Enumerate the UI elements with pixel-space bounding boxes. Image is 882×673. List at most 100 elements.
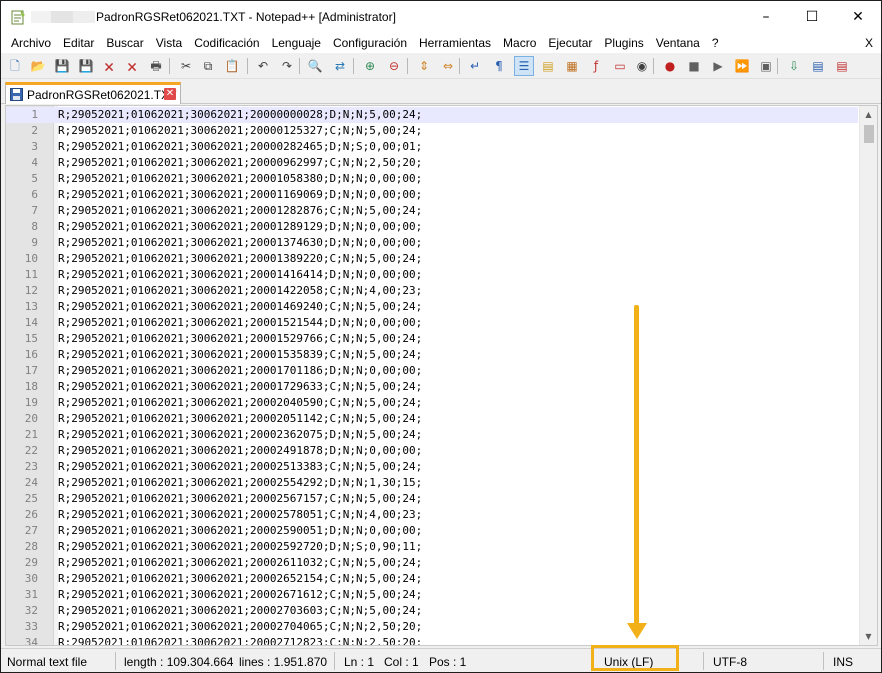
editor-line[interactable]: 23 R;29052021;01062021;30062021;200025133… <box>6 459 858 475</box>
editor-line[interactable]: 3 R;29052021;01062021;30062021;2000028246… <box>6 139 858 155</box>
minimize-button[interactable]: – <box>743 1 789 33</box>
play-macro-icon[interactable]: ▶ <box>709 57 727 75</box>
menu-item-help[interactable]: ? <box>706 33 725 53</box>
new-file-icon[interactable]: 🗋 <box>6 57 24 75</box>
vertical-scrollbar[interactable]: ▲ ▼ <box>859 106 877 645</box>
menu-item-codificacin[interactable]: Codificación <box>188 33 265 53</box>
editor-line[interactable]: 8 R;29052021;01062021;30062021;2000128912… <box>6 219 858 235</box>
menu-item-lenguaje[interactable]: Lenguaje <box>266 33 327 53</box>
menu-item-vista[interactable]: Vista <box>150 33 188 53</box>
editor-line[interactable]: 32 R;29052021;01062021;30062021;200027036… <box>6 603 858 619</box>
replace-icon[interactable]: ⇄ <box>331 57 349 75</box>
scroll-down-icon[interactable]: ▼ <box>860 628 877 645</box>
editor-line[interactable]: 6 R;29052021;01062021;30062021;2000116906… <box>6 187 858 203</box>
editor-area[interactable]: 1 R;29052021;01062021;30062021;2000000002… <box>5 105 878 646</box>
redacted-title-area <box>31 11 95 23</box>
editor-lines[interactable]: 1 R;29052021;01062021;30062021;2000000002… <box>6 107 858 645</box>
editor-line[interactable]: 17 R;29052021;01062021;30062021;200017011… <box>6 363 858 379</box>
cut-icon[interactable]: ✂ <box>177 57 195 75</box>
paste-icon[interactable]: 📋 <box>223 57 241 75</box>
close-document-button[interactable]: X <box>865 33 873 53</box>
save-icon[interactable]: 💾 <box>53 57 71 75</box>
sync-vertical-icon[interactable]: ⇕ <box>415 57 433 75</box>
editor-line[interactable]: 30 R;29052021;01062021;30062021;200026521… <box>6 571 858 587</box>
close-window-button[interactable]: ✕ <box>835 1 881 33</box>
save-macro-icon[interactable]: ▣ <box>757 57 775 75</box>
save-all-icon[interactable]: 💾 <box>77 57 95 75</box>
editor-line[interactable]: 13 R;29052021;01062021;30062021;200014692… <box>6 299 858 315</box>
tab-padron-file[interactable]: PadronRGSRet062021.TXT ✕ <box>5 82 181 104</box>
udl-icon[interactable]: ▤ <box>539 57 557 75</box>
editor-line[interactable]: 24 R;29052021;01062021;30062021;200025542… <box>6 475 858 491</box>
status-encoding[interactable]: UTF-8 <box>713 655 747 669</box>
editor-line[interactable]: 19 R;29052021;01062021;30062021;200020405… <box>6 395 858 411</box>
editor-line[interactable]: 31 R;29052021;01062021;30062021;200026716… <box>6 587 858 603</box>
close-file-icon[interactable]: 🗙 <box>100 57 118 75</box>
maximize-icon: ☐ <box>805 9 819 25</box>
editor-line[interactable]: 1 R;29052021;01062021;30062021;2000000002… <box>6 107 858 123</box>
menu-item-plugins[interactable]: Plugins <box>598 33 649 53</box>
close-all-icon[interactable]: 🗙 <box>123 57 141 75</box>
status-insert-mode[interactable]: INS <box>833 655 853 669</box>
menu-item-ejecutar[interactable]: Ejecutar <box>542 33 598 53</box>
scroll-thumb[interactable] <box>864 125 874 143</box>
editor-line[interactable]: 7 R;29052021;01062021;30062021;2000128287… <box>6 203 858 219</box>
zoom-in-icon[interactable]: ⊕ <box>361 57 379 75</box>
run-macro-multiple-icon[interactable]: ⏩ <box>733 57 751 75</box>
menu-item-buscar[interactable]: Buscar <box>100 33 149 53</box>
scroll-up-icon[interactable]: ▲ <box>860 106 877 123</box>
editor-line[interactable]: 10 R;29052021;01062021;30062021;200013892… <box>6 251 858 267</box>
doc-map-icon[interactable]: ▦ <box>563 57 581 75</box>
editor-line[interactable]: 33 R;29052021;01062021;30062021;200027040… <box>6 619 858 635</box>
stop-record-icon[interactable]: ■ <box>685 57 703 75</box>
menu-item-configuracin[interactable]: Configuración <box>327 33 413 53</box>
monitoring-icon[interactable]: ◉ <box>633 57 651 75</box>
editor-line[interactable]: 20 R;29052021;01062021;30062021;200020511… <box>6 411 858 427</box>
sync-horizontal-icon[interactable]: ⇔ <box>439 57 457 75</box>
editor-line[interactable]: 21 R;29052021;01062021;30062021;200023620… <box>6 427 858 443</box>
indent-guide-icon[interactable]: ☰ <box>514 56 534 76</box>
redo-icon[interactable]: ↷ <box>278 57 296 75</box>
editor-line[interactable]: 2 R;29052021;01062021;30062021;2000012532… <box>6 123 858 139</box>
editor-line[interactable]: 22 R;29052021;01062021;30062021;200024918… <box>6 443 858 459</box>
editor-line[interactable]: 15 R;29052021;01062021;30062021;200015297… <box>6 331 858 347</box>
title-bar[interactable]: PadronRGSRet062021.TXT - Notepad++ [Admi… <box>1 1 881 33</box>
record-macro-icon[interactable]: ● <box>661 57 679 75</box>
editor-line[interactable]: 12 R;29052021;01062021;30062021;200014220… <box>6 283 858 299</box>
word-wrap-icon[interactable]: ↵ <box>466 57 484 75</box>
menu-item-ventana[interactable]: Ventana <box>650 33 706 53</box>
editor-line[interactable]: 26 R;29052021;01062021;30062021;200025780… <box>6 507 858 523</box>
find-icon[interactable]: 🔍 <box>306 57 324 75</box>
copy-icon[interactable]: ⧉ <box>199 57 217 75</box>
print-icon[interactable]: 🖶 <box>147 57 165 75</box>
plugin-two-icon[interactable]: ▤ <box>809 57 827 75</box>
editor-line[interactable]: 16 R;29052021;01062021;30062021;200015358… <box>6 347 858 363</box>
toolbar-separator <box>777 58 778 74</box>
undo-icon[interactable]: ↶ <box>254 57 272 75</box>
function-list-icon[interactable]: ƒ <box>587 57 605 75</box>
saved-file-icon <box>10 88 23 101</box>
menu-item-editar[interactable]: Editar <box>57 33 100 53</box>
plugin-one-icon[interactable]: ⇩ <box>785 57 803 75</box>
menu-item-archivo[interactable]: Archivo <box>5 33 57 53</box>
editor-line[interactable]: 5 R;29052021;01062021;30062021;2000105838… <box>6 171 858 187</box>
plugin-three-icon[interactable]: ▤ <box>833 57 851 75</box>
tab-close-icon[interactable]: ✕ <box>164 88 176 100</box>
open-file-icon[interactable]: 📂 <box>29 57 47 75</box>
folder-workspace-icon[interactable]: ▭ <box>611 57 629 75</box>
editor-line[interactable]: 11 R;29052021;01062021;30062021;200014164… <box>6 267 858 283</box>
editor-line[interactable]: 14 R;29052021;01062021;30062021;200015215… <box>6 315 858 331</box>
editor-line[interactable]: 25 R;29052021;01062021;30062021;200025671… <box>6 491 858 507</box>
editor-line[interactable]: 27 R;29052021;01062021;30062021;200025900… <box>6 523 858 539</box>
editor-line[interactable]: 28 R;29052021;01062021;30062021;200025927… <box>6 539 858 555</box>
maximize-button[interactable]: ☐ <box>789 1 835 33</box>
editor-line[interactable]: 4 R;29052021;01062021;30062021;2000096299… <box>6 155 858 171</box>
menu-item-herramientas[interactable]: Herramientas <box>413 33 497 53</box>
editor-line[interactable]: 18 R;29052021;01062021;30062021;200017296… <box>6 379 858 395</box>
editor-line[interactable]: 34 R;29052021;01062021;30062021;200027128… <box>6 635 858 645</box>
menu-item-macro[interactable]: Macro <box>497 33 542 53</box>
editor-line[interactable]: 9 R;29052021;01062021;30062021;2000137463… <box>6 235 858 251</box>
editor-line[interactable]: 29 R;29052021;01062021;30062021;200026110… <box>6 555 858 571</box>
zoom-out-icon[interactable]: ⊖ <box>385 57 403 75</box>
show-all-chars-icon[interactable]: ¶ <box>490 57 508 75</box>
